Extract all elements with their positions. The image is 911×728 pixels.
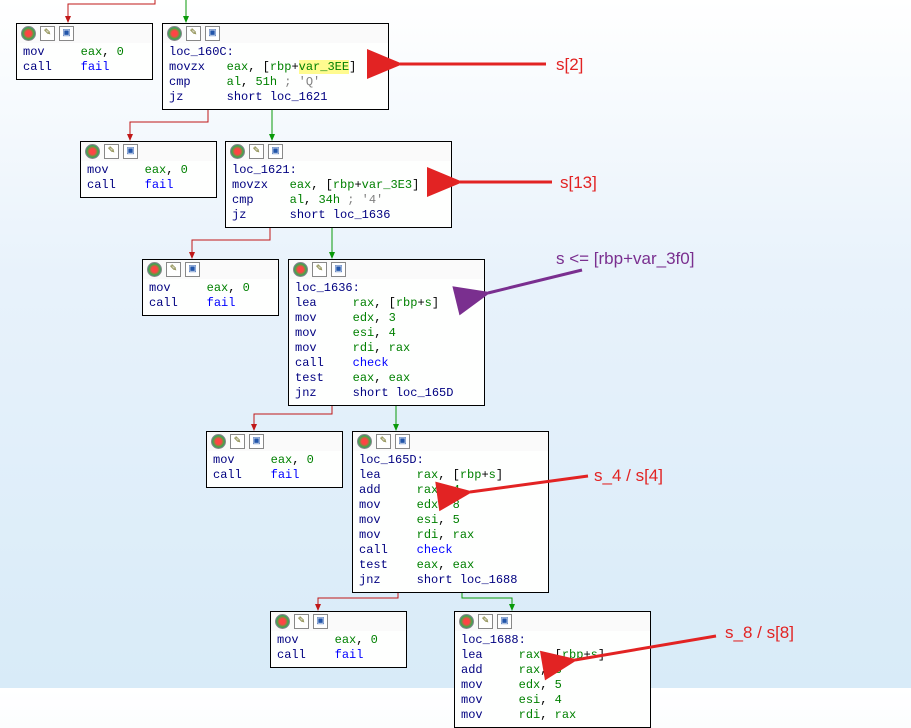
color-icon: [230, 144, 245, 159]
s-block[interactable]: ✎ ▣ loc_1636: lea rax, [rbp+s] mov edx, …: [288, 259, 485, 406]
annotation-s8: s_8 / s[8]: [725, 623, 794, 643]
node-toolbar: ✎ ▣: [143, 260, 278, 279]
break-icon: ▣: [395, 434, 410, 449]
color-icon: [167, 26, 182, 41]
tool-icon: ✎: [294, 614, 309, 629]
color-icon: [211, 434, 226, 449]
annotation-s2: s[2]: [556, 55, 583, 75]
color-icon: [275, 614, 290, 629]
tool-icon: ✎: [104, 144, 119, 159]
node-body: mov eax, 0 call fail: [143, 279, 278, 315]
annotation-s4: s_4 / s[4]: [594, 466, 663, 486]
node-toolbar: ✎ ▣: [271, 612, 406, 631]
tool-icon: ✎: [312, 262, 327, 277]
break-icon: ▣: [331, 262, 346, 277]
node-toolbar: ✎ ▣: [207, 432, 342, 451]
break-icon: ▣: [205, 26, 220, 41]
node-toolbar: ✎ ▣: [17, 24, 152, 43]
node-toolbar: ✎ ▣: [455, 612, 650, 631]
node-body: loc_1621: movzx eax, [rbp+var_3E3] cmp a…: [226, 161, 451, 227]
break-icon: ▣: [313, 614, 328, 629]
annotation-s13: s[13]: [560, 173, 597, 193]
break-icon: ▣: [497, 614, 512, 629]
annotation-s-ptr: s <= [rbp+var_3f0]: [556, 249, 694, 269]
node-body: mov eax, 0 call fail: [17, 43, 152, 79]
fail-block-1[interactable]: ✎ ▣ mov eax, 0 call fail: [16, 23, 153, 80]
color-icon: [21, 26, 36, 41]
color-icon: [357, 434, 372, 449]
color-icon: [293, 262, 308, 277]
s13-block[interactable]: ✎ ▣ loc_1621: movzx eax, [rbp+var_3E3] c…: [225, 141, 452, 228]
tool-icon: ✎: [186, 26, 201, 41]
break-icon: ▣: [185, 262, 200, 277]
node-body: loc_160C: movzx eax, [rbp+var_3EE] cmp a…: [163, 43, 388, 109]
break-icon: ▣: [268, 144, 283, 159]
tool-icon: ✎: [40, 26, 55, 41]
node-toolbar: ✎ ▣: [226, 142, 451, 161]
tool-icon: ✎: [230, 434, 245, 449]
tool-icon: ✎: [478, 614, 493, 629]
node-body: mov eax, 0 call fail: [207, 451, 342, 487]
color-icon: [147, 262, 162, 277]
color-icon: [85, 144, 100, 159]
node-toolbar: ✎ ▣: [163, 24, 388, 43]
node-toolbar: ✎ ▣: [81, 142, 216, 161]
s2-block[interactable]: ✎ ▣ loc_160C: movzx eax, [rbp+var_3EE] c…: [162, 23, 389, 110]
node-body: loc_1636: lea rax, [rbp+s] mov edx, 3 mo…: [289, 279, 484, 405]
break-icon: ▣: [249, 434, 264, 449]
s8-block[interactable]: ✎ ▣ loc_1688: lea rax, [rbp+s] add rax, …: [454, 611, 651, 728]
break-icon: ▣: [123, 144, 138, 159]
fail-block-4[interactable]: ✎ ▣ mov eax, 0 call fail: [206, 431, 343, 488]
tool-icon: ✎: [249, 144, 264, 159]
color-icon: [459, 614, 474, 629]
fail-block-2[interactable]: ✎ ▣ mov eax, 0 call fail: [80, 141, 217, 198]
fail-block-5[interactable]: ✎ ▣ mov eax, 0 call fail: [270, 611, 407, 668]
node-body: mov eax, 0 call fail: [81, 161, 216, 197]
node-body: loc_1688: lea rax, [rbp+s] add rax, 8 mo…: [455, 631, 650, 727]
node-toolbar: ✎ ▣: [353, 432, 548, 451]
s4-block[interactable]: ✎ ▣ loc_165D: lea rax, [rbp+s] add rax, …: [352, 431, 549, 593]
node-body: loc_165D: lea rax, [rbp+s] add rax, 4 mo…: [353, 451, 548, 592]
break-icon: ▣: [59, 26, 74, 41]
tool-icon: ✎: [166, 262, 181, 277]
fail-block-3[interactable]: ✎ ▣ mov eax, 0 call fail: [142, 259, 279, 316]
tool-icon: ✎: [376, 434, 391, 449]
node-toolbar: ✎ ▣: [289, 260, 484, 279]
node-body: mov eax, 0 call fail: [271, 631, 406, 667]
